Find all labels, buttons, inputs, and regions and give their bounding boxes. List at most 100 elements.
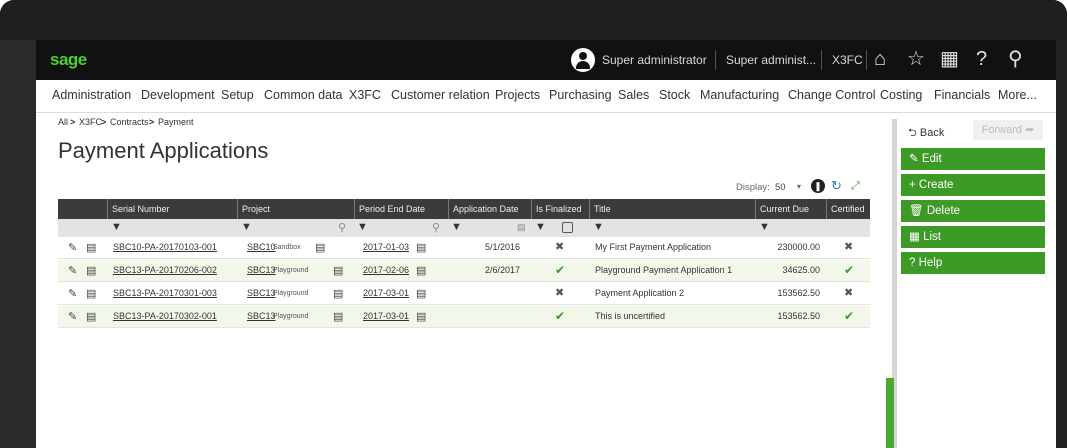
- folder-name[interactable]: X3FC: [832, 53, 863, 67]
- main-menu: Administration Development Setup Common …: [36, 80, 1056, 113]
- finalized-checkbox[interactable]: [562, 222, 573, 233]
- edit-pencil-icon[interactable]: ✎: [68, 241, 77, 254]
- filter-icon[interactable]: ▼: [357, 221, 368, 233]
- menu-customer-relation[interactable]: Customer relation: [391, 88, 490, 102]
- menu-sales[interactable]: Sales: [618, 88, 649, 102]
- breadcrumb-x3fc[interactable]: X3FC: [79, 117, 102, 127]
- period-card-icon[interactable]: ▤: [416, 241, 426, 254]
- period-end-date-link[interactable]: 2017-03-01: [363, 288, 409, 298]
- forward-button[interactable]: Forward ➦: [973, 120, 1043, 140]
- menu-costing[interactable]: Costing: [880, 88, 922, 102]
- chevron-down-icon[interactable]: ▾: [797, 182, 801, 191]
- refresh-icon[interactable]: ↻: [831, 179, 842, 193]
- header-title[interactable]: Title: [589, 199, 755, 219]
- edit-pencil-icon[interactable]: ✎: [68, 310, 77, 323]
- period-card-icon[interactable]: ▤: [416, 264, 426, 277]
- table-row[interactable]: ✎ ▤ SBC13-PA-20170301-003 SBC13 Playground ▤ 2…: [58, 283, 870, 305]
- filter-icon[interactable]: ▼: [535, 221, 546, 233]
- menu-manufacturing[interactable]: Manufacturing: [700, 88, 779, 102]
- project-card-icon[interactable]: ▤: [315, 241, 325, 254]
- breadcrumb-all[interactable]: All: [58, 117, 68, 127]
- project-card-icon[interactable]: ▤: [333, 310, 343, 323]
- user-avatar-icon[interactable]: [571, 48, 595, 72]
- header-certified[interactable]: Certified: [826, 199, 870, 219]
- info-icon[interactable]: ❚: [811, 179, 825, 193]
- period-end-date-link[interactable]: 2017-02-06: [363, 265, 409, 275]
- header-period-end-date[interactable]: Period End Date: [354, 199, 448, 219]
- project-code-link[interactable]: SBC13: [247, 265, 276, 275]
- menu-administration[interactable]: Administration: [52, 88, 131, 102]
- search-icon[interactable]: ⚲: [338, 221, 346, 234]
- delete-button[interactable]: 🗑 Delete: [901, 200, 1045, 222]
- create-button[interactable]: + Create: [901, 174, 1045, 196]
- detail-card-icon[interactable]: ▤: [86, 241, 96, 254]
- menu-more[interactable]: More...: [998, 88, 1037, 102]
- detail-card-icon[interactable]: ▤: [86, 287, 96, 300]
- serial-number-link[interactable]: SBC10-PA-20170103-001: [113, 242, 217, 252]
- project-card-icon[interactable]: ▤: [333, 287, 343, 300]
- menu-financials[interactable]: Financials: [934, 88, 990, 102]
- menu-development[interactable]: Development: [141, 88, 215, 102]
- menu-x3fc[interactable]: X3FC: [349, 88, 381, 102]
- project-code-link[interactable]: SBC13: [247, 288, 276, 298]
- back-button[interactable]: ⮌ Back: [908, 124, 944, 143]
- table-row[interactable]: ✎ ▤ SBC13-PA-20170302-001 SBC13 Playground ▤ 2…: [58, 306, 870, 328]
- filter-icon[interactable]: ▼: [593, 221, 604, 233]
- certified-x-icon: ✖: [844, 241, 854, 253]
- pencil-icon: ✎: [909, 153, 919, 165]
- table-row[interactable]: ✎ ▤ SBC13-PA-20170206-002 SBC13 Playground ▤ 2…: [58, 260, 870, 282]
- menu-projects[interactable]: Projects: [495, 88, 540, 102]
- filter-icon[interactable]: ▼: [759, 221, 770, 233]
- serial-number-link[interactable]: SBC13-PA-20170206-002: [113, 265, 217, 275]
- list-button[interactable]: ▦ List: [901, 226, 1045, 248]
- home-icon[interactable]: ⌂: [874, 47, 886, 71]
- certified-check-icon: ✔: [844, 309, 855, 323]
- calculator-icon[interactable]: ▦: [940, 47, 959, 71]
- edit-pencil-icon[interactable]: ✎: [68, 287, 77, 300]
- serial-number-link[interactable]: SBC13-PA-20170302-001: [113, 311, 217, 321]
- help-button[interactable]: ? Help: [901, 252, 1045, 274]
- breadcrumb-contracts[interactable]: Contracts: [110, 117, 149, 127]
- project-card-icon[interactable]: ▤: [333, 264, 343, 277]
- table-row[interactable]: ✎ ▤ SBC10-PA-20170103-001 SBC10 Sandbox ▤ 2017…: [58, 237, 870, 259]
- serial-number-link[interactable]: SBC13-PA-20170301-003: [113, 288, 217, 298]
- menu-change-control[interactable]: Change Control: [788, 88, 876, 102]
- period-card-icon[interactable]: ▤: [416, 310, 426, 323]
- display-count-select[interactable]: 50: [775, 182, 786, 193]
- detail-card-icon[interactable]: ▤: [86, 264, 96, 277]
- header-application-date[interactable]: Application Date: [448, 199, 531, 219]
- menu-stock[interactable]: Stock: [659, 88, 690, 102]
- edit-pencil-icon[interactable]: ✎: [68, 264, 77, 277]
- user-name[interactable]: Super administrator: [602, 53, 707, 67]
- finalized-check-icon: ✔: [555, 263, 566, 277]
- filter-icon[interactable]: ▼: [241, 221, 252, 233]
- project-code-link[interactable]: SBC13: [247, 311, 276, 321]
- project-code-link[interactable]: SBC10: [247, 242, 276, 252]
- create-label: Create: [918, 179, 954, 191]
- header-project[interactable]: Project: [237, 199, 354, 219]
- panel-toggle-handle[interactable]: [886, 378, 894, 448]
- header-serial-number[interactable]: Serial Number: [107, 199, 237, 219]
- star-icon[interactable]: ☆: [907, 47, 925, 71]
- period-card-icon[interactable]: ▤: [416, 287, 426, 300]
- search-icon[interactable]: ⚲: [1008, 47, 1023, 71]
- page-title: Payment Applications: [58, 138, 269, 163]
- menu-purchasing[interactable]: Purchasing: [549, 88, 612, 102]
- period-end-date-link[interactable]: 2017-01-03: [363, 242, 409, 252]
- expand-icon[interactable]: ⤢: [851, 179, 860, 193]
- menu-common-data[interactable]: Common data: [264, 88, 343, 102]
- endpoint-name[interactable]: Super administ...: [726, 53, 816, 67]
- header-current-due[interactable]: Current Due: [755, 199, 826, 219]
- calendar-icon[interactable]: ▤: [517, 222, 526, 233]
- search-icon[interactable]: ⚲: [432, 221, 440, 234]
- header-is-finalized[interactable]: Is Finalized: [531, 199, 589, 219]
- breadcrumb-payment[interactable]: Payment: [158, 117, 194, 127]
- edit-button[interactable]: ✎ Edit: [901, 148, 1045, 170]
- menu-setup[interactable]: Setup: [221, 88, 254, 102]
- period-end-date-link[interactable]: 2017-03-01: [363, 311, 409, 321]
- help-icon[interactable]: ?: [976, 47, 987, 71]
- filter-icon[interactable]: ▼: [111, 221, 122, 233]
- sage-logo[interactable]: sage: [50, 50, 87, 70]
- detail-card-icon[interactable]: ▤: [86, 310, 96, 323]
- filter-icon[interactable]: ▼: [451, 221, 462, 233]
